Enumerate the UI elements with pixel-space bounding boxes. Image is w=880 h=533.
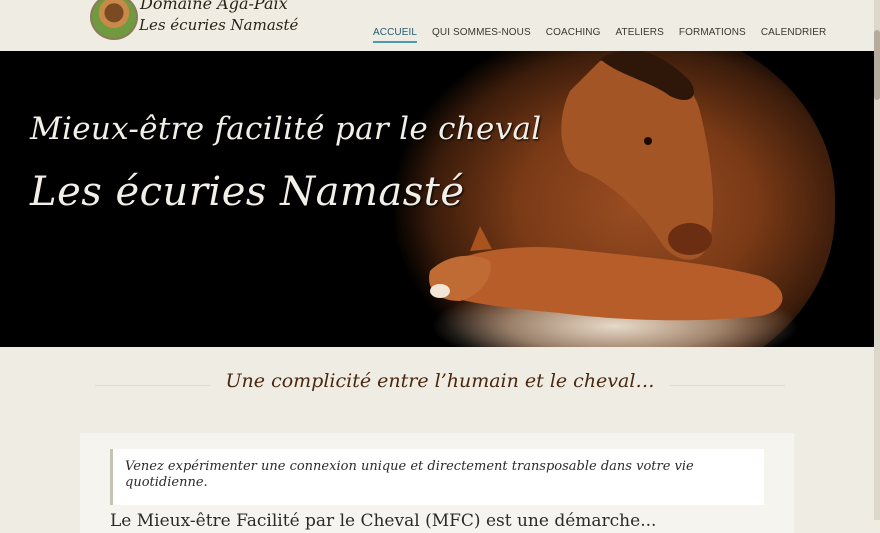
main-nav: ACCUEIL QUI SOMMES-NOUS COACHING ATELIER…	[373, 27, 826, 43]
nav-item-qui-sommes-nous[interactable]: QUI SOMMES-NOUS	[432, 27, 531, 43]
intro-quote: Venez expérimenter une connexion unique …	[110, 449, 764, 505]
intro-paragraph: Le Mieux-être Facilité par le Cheval (MF…	[110, 511, 657, 531]
tagline-section: Une complicité entre l’humain et le chev…	[95, 368, 785, 398]
hero-banner: Mieux-être facilité par le cheval Les éc…	[0, 51, 874, 347]
intro-section: Venez expérimenter une connexion unique …	[80, 433, 794, 533]
brand-subtitle[interactable]: Les écuries Namasté	[139, 16, 298, 34]
nav-item-coaching[interactable]: COACHING	[546, 27, 601, 43]
hero-subtitle: Les écuries Namasté	[30, 169, 465, 215]
hero-title: Mieux-être facilité par le cheval	[30, 111, 542, 147]
nav-item-calendrier[interactable]: CALENDRIER	[761, 27, 826, 43]
nav-item-accueil[interactable]: ACCUEIL	[373, 27, 418, 43]
logo-horse-icon[interactable]	[90, 0, 138, 40]
nav-item-ateliers[interactable]: ATELIERS	[615, 27, 663, 43]
brand-name[interactable]: Domaine Aga-Paix	[140, 0, 288, 13]
nav-item-formations[interactable]: FORMATIONS	[679, 27, 746, 43]
tagline: Une complicité entre l’humain et le chev…	[225, 370, 655, 392]
scrollbar-thumb[interactable]	[874, 30, 880, 100]
site-header: Domaine Aga-Paix Les écuries Namasté ACC…	[0, 0, 874, 51]
scrollbar[interactable]	[874, 0, 880, 520]
